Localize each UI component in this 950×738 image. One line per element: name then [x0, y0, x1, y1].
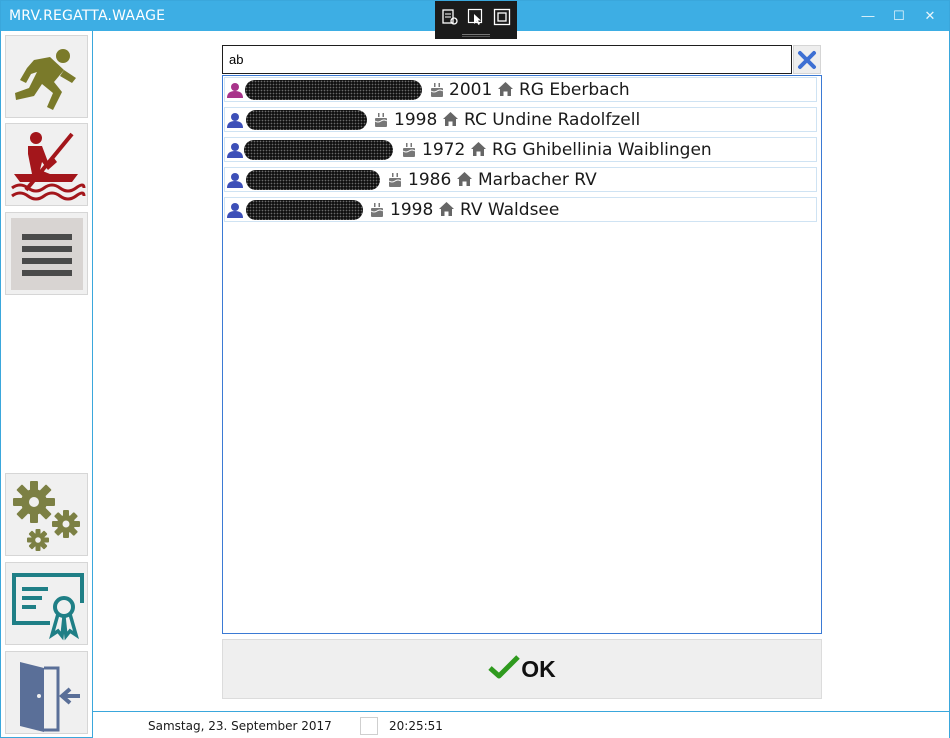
close-window-button[interactable]: ✕	[920, 7, 940, 25]
clear-search-button[interactable]	[793, 45, 821, 74]
birthday-cake-icon	[370, 202, 384, 223]
visual-tree-icon[interactable]	[441, 8, 459, 26]
maximize-button[interactable]: ☐	[889, 7, 909, 25]
birth-year: 1986	[408, 170, 452, 190]
search-input[interactable]	[222, 45, 792, 74]
debug-toolbar	[435, 1, 517, 39]
checkmark-icon	[488, 654, 521, 684]
status-time: 20:25:51	[389, 719, 443, 733]
birthday-cake-icon	[388, 172, 402, 193]
male-person-icon	[226, 172, 244, 193]
result-list[interactable]: 2001 RG Eberbach 1998 RC Undine Radolfze…	[222, 75, 822, 634]
status-bar: Samstag, 23. September 2017 20:25:51	[93, 711, 949, 738]
birth-year: 1972	[422, 140, 466, 160]
sidebar-item-settings[interactable]	[5, 473, 88, 556]
birthday-cake-icon	[402, 142, 416, 163]
sidebar	[1, 31, 93, 737]
list-item[interactable]: 1998 RV Waldsee	[224, 197, 817, 222]
birthday-cake-icon	[374, 112, 388, 133]
list-item[interactable]: 1972 RG Ghibellinia Waiblingen	[224, 137, 817, 162]
home-icon	[456, 171, 473, 192]
sidebar-item-boat[interactable]	[5, 123, 88, 206]
home-icon	[497, 81, 514, 102]
list-item[interactable]: 1998 RC Undine Radolfzell	[224, 107, 817, 132]
redacted-name	[246, 170, 380, 190]
sidebar-item-athlete[interactable]	[5, 35, 88, 118]
select-element-icon[interactable]	[467, 8, 485, 26]
birth-year: 2001	[449, 80, 493, 100]
male-person-icon	[226, 112, 244, 133]
male-person-icon	[226, 202, 244, 223]
sidebar-item-certificate[interactable]	[5, 562, 88, 645]
home-icon	[438, 201, 455, 222]
birth-year: 1998	[390, 200, 434, 220]
home-icon	[470, 141, 487, 162]
app-window: MRV.REGATTA.WAAGE — ☐ ✕ ab 2001 RG Eberb…	[0, 0, 950, 738]
club-name: RV Waldsee	[460, 200, 560, 220]
home-icon	[442, 111, 459, 132]
redacted-name	[245, 80, 422, 100]
female-person-icon	[226, 82, 244, 103]
male-person-icon	[226, 142, 244, 163]
birth-year: 1998	[394, 110, 438, 130]
club-name: RG Ghibellinia Waiblingen	[492, 140, 712, 160]
list-item[interactable]: 1986 Marbacher RV	[224, 167, 817, 192]
club-name: Marbacher RV	[478, 170, 597, 190]
redacted-name	[244, 140, 393, 160]
status-date: Samstag, 23. September 2017	[148, 719, 332, 733]
list-item[interactable]: 2001 RG Eberbach	[224, 77, 817, 102]
redacted-name	[246, 110, 367, 130]
redacted-name	[246, 200, 363, 220]
ok-button-label: OK	[521, 655, 556, 682]
minimize-button[interactable]: —	[858, 7, 878, 25]
club-name: RC Undine Radolfzell	[464, 110, 641, 130]
status-indicator	[360, 717, 378, 735]
ok-button[interactable]: OK	[222, 639, 822, 699]
window-title: MRV.REGATTA.WAAGE	[9, 8, 166, 24]
club-name: RG Eberbach	[519, 80, 630, 100]
toolbar-drag-handle[interactable]	[462, 34, 490, 35]
sidebar-item-list[interactable]	[5, 212, 88, 295]
sidebar-item-exit[interactable]	[5, 651, 88, 734]
layout-adorner-icon[interactable]	[493, 8, 511, 26]
birthday-cake-icon	[430, 82, 444, 103]
